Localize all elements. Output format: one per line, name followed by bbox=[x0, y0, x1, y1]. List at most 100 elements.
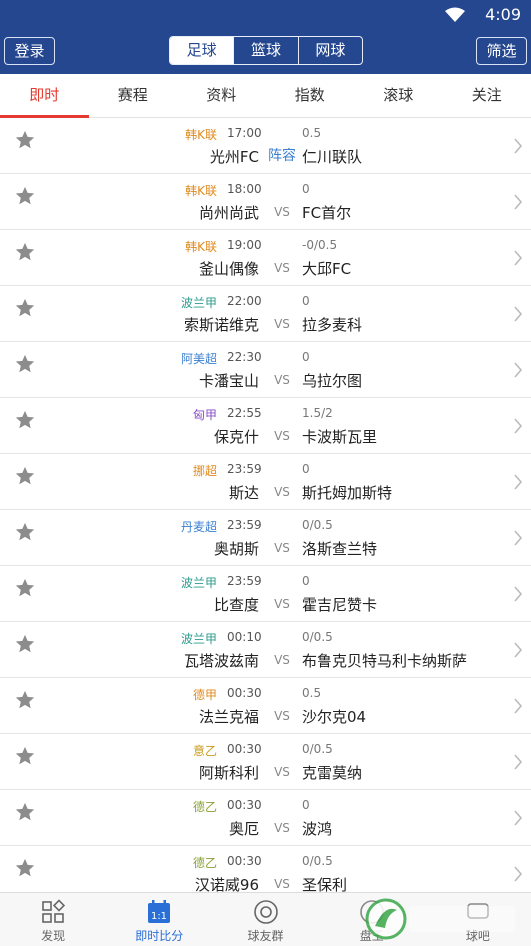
match-row[interactable]: 波兰甲 23:59 0 比查度 VS 霍吉尼赞卡 bbox=[0, 566, 531, 622]
svg-text:1:1: 1:1 bbox=[151, 911, 167, 922]
home-team: 比查度 bbox=[213, 596, 259, 614]
vs-label: VS bbox=[274, 653, 290, 667]
match-row[interactable]: 匈甲 22:55 1.5/2 保克什 VS 卡波斯瓦里 bbox=[0, 398, 531, 454]
handicap-value: -0/0.5 bbox=[302, 238, 338, 252]
chevron-right-icon bbox=[513, 753, 523, 771]
kickoff-time: 23:59 bbox=[227, 574, 262, 588]
calendar-icon: 1:1 bbox=[148, 900, 171, 923]
chevron-right-icon bbox=[513, 809, 523, 827]
vs-label: VS bbox=[274, 429, 290, 443]
match-row[interactable]: 德乙 00:30 0/0.5 汉诺威96 VS 圣保利 bbox=[0, 846, 531, 892]
nav-discover[interactable]: 发现 bbox=[0, 893, 106, 946]
nav-label: 球友群 bbox=[247, 929, 284, 943]
match-row[interactable]: 韩K联 17:00 0.5 光州FC 阵容 仁川联队 bbox=[0, 118, 531, 174]
match-row[interactable]: 德甲 00:30 0.5 法兰克福 VS 沙尔克04 bbox=[0, 678, 531, 734]
chevron-right-icon bbox=[513, 697, 523, 715]
kickoff-time: 19:00 bbox=[227, 238, 262, 252]
home-team: 阿斯科利 bbox=[198, 764, 259, 782]
match-row[interactable]: 意乙 00:30 0/0.5 阿斯科利 VS 克雷莫纳 bbox=[0, 734, 531, 790]
nav-live-score[interactable]: 1:1 即时比分 bbox=[106, 893, 212, 946]
vs-label: VS bbox=[274, 877, 290, 891]
away-team: 卡波斯瓦里 bbox=[302, 428, 378, 446]
league-label: 意乙 bbox=[192, 744, 217, 758]
handicap-value: 0/0.5 bbox=[302, 742, 333, 756]
star-icon[interactable] bbox=[14, 297, 36, 319]
kickoff-time: 00:30 bbox=[227, 686, 262, 700]
handicap-value: 0.5 bbox=[302, 126, 322, 140]
tab-follow[interactable]: 关注 bbox=[443, 74, 531, 117]
league-label: 韩K联 bbox=[185, 240, 217, 254]
chevron-right-icon bbox=[513, 529, 523, 547]
star-icon[interactable] bbox=[14, 745, 36, 767]
watermark-logo bbox=[365, 898, 515, 940]
kickoff-time: 17:00 bbox=[227, 126, 262, 140]
match-row[interactable]: 韩K联 18:00 0 尚州尚武 VS FC首尔 bbox=[0, 174, 531, 230]
home-team: 奥厄 bbox=[228, 820, 259, 838]
star-icon[interactable] bbox=[14, 409, 36, 431]
match-row[interactable]: 丹麦超 23:59 0/0.5 奥胡斯 VS 洛斯查兰特 bbox=[0, 510, 531, 566]
app-header: 登录 足球 篮球 网球 筛选 bbox=[0, 30, 531, 74]
login-button[interactable]: 登录 bbox=[4, 37, 55, 65]
wifi-icon bbox=[445, 7, 465, 22]
sport-tab-tennis[interactable]: 网球 bbox=[297, 37, 362, 64]
nav-label: 即时比分 bbox=[135, 929, 184, 943]
sport-tab-football[interactable]: 足球 bbox=[170, 37, 234, 64]
ball-icon bbox=[253, 900, 278, 924]
lineup-link[interactable]: 阵容 bbox=[266, 145, 298, 165]
league-label: 挪超 bbox=[192, 464, 217, 478]
league-label: 波兰甲 bbox=[180, 296, 217, 310]
tab-odds[interactable]: 指数 bbox=[266, 74, 355, 117]
star-icon[interactable] bbox=[14, 353, 36, 375]
away-team: 乌拉尔图 bbox=[302, 372, 363, 390]
tab-live[interactable]: 即时 bbox=[0, 74, 89, 118]
sport-tab-basketball[interactable]: 篮球 bbox=[233, 37, 297, 64]
match-row[interactable]: 波兰甲 22:00 0 索斯诺维克 VS 拉多麦科 bbox=[0, 286, 531, 342]
star-icon[interactable] bbox=[14, 801, 36, 823]
handicap-value: 0/0.5 bbox=[302, 630, 333, 644]
star-icon[interactable] bbox=[14, 521, 36, 543]
star-icon[interactable] bbox=[14, 689, 36, 711]
star-icon[interactable] bbox=[14, 465, 36, 487]
nav-label: 发现 bbox=[41, 929, 66, 943]
vs-label: VS bbox=[274, 709, 290, 723]
away-team: 洛斯查兰特 bbox=[302, 540, 378, 558]
vs-label: VS bbox=[274, 541, 290, 555]
main-tabs: 即时 赛程 资料 指数 滚球 关注 bbox=[0, 74, 531, 118]
tab-info[interactable]: 资料 bbox=[177, 74, 266, 117]
match-row[interactable]: 韩K联 19:00 -0/0.5 釜山偶像 VS 大邱FC bbox=[0, 230, 531, 286]
tab-schedule[interactable]: 赛程 bbox=[89, 74, 178, 117]
status-bar: 4:09 bbox=[0, 0, 531, 30]
league-label: 韩K联 bbox=[185, 184, 217, 198]
star-icon[interactable] bbox=[14, 241, 36, 263]
tab-inplay[interactable]: 滚球 bbox=[354, 74, 443, 117]
chevron-right-icon bbox=[513, 249, 523, 267]
star-icon[interactable] bbox=[14, 129, 36, 151]
sport-switcher: 足球 篮球 网球 bbox=[169, 36, 363, 65]
match-row[interactable]: 德乙 00:30 0 奥厄 VS 波鸿 bbox=[0, 790, 531, 846]
match-row[interactable]: 阿美超 22:30 0 卡潘宝山 VS 乌拉尔图 bbox=[0, 342, 531, 398]
home-team: 卡潘宝山 bbox=[198, 372, 259, 390]
chevron-right-icon bbox=[513, 361, 523, 379]
star-icon[interactable] bbox=[14, 577, 36, 599]
away-team: 拉多麦科 bbox=[302, 316, 363, 334]
nav-fan-group[interactable]: 球友群 bbox=[212, 893, 318, 946]
star-icon[interactable] bbox=[14, 633, 36, 655]
vs-label: VS bbox=[274, 373, 290, 387]
chevron-right-icon bbox=[513, 305, 523, 323]
kickoff-time: 00:30 bbox=[227, 742, 262, 756]
match-row[interactable]: 挪超 23:59 0 斯达 VS 斯托姆加斯特 bbox=[0, 454, 531, 510]
match-row[interactable]: 波兰甲 00:10 0/0.5 瓦塔波兹南 VS 布鲁克贝特马利卡纳斯萨 bbox=[0, 622, 531, 678]
filter-button[interactable]: 筛选 bbox=[476, 37, 527, 65]
chevron-right-icon bbox=[513, 137, 523, 155]
vs-label: VS bbox=[274, 765, 290, 779]
kickoff-time: 23:59 bbox=[227, 462, 262, 476]
match-list: 韩K联 17:00 0.5 光州FC 阵容 仁川联队 韩K联 18:00 0 尚州尚武 VS FC首尔… bbox=[0, 118, 531, 892]
star-icon[interactable] bbox=[14, 185, 36, 207]
away-team: 克雷莫纳 bbox=[302, 764, 363, 782]
kickoff-time: 22:00 bbox=[227, 294, 262, 308]
handicap-value: 1.5/2 bbox=[302, 406, 333, 420]
home-team: 索斯诺维克 bbox=[183, 316, 259, 334]
chevron-right-icon bbox=[513, 865, 523, 883]
star-icon[interactable] bbox=[14, 857, 36, 879]
league-label: 德甲 bbox=[192, 688, 217, 702]
